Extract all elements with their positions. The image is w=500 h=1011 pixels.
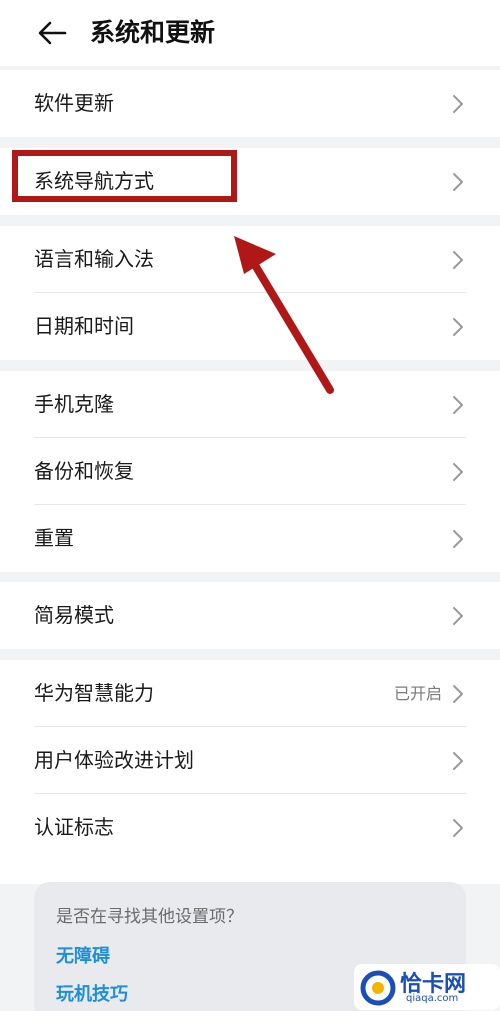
page-title: 系统和更新 — [90, 18, 216, 47]
chevron-right-icon — [453, 251, 463, 269]
settings-page: 系统和更新 软件更新 系统导航方式 语言和输入法 日期和时间 手机克隆 备份和恢… — [0, 0, 500, 1011]
chevron-right-icon — [453, 396, 463, 414]
chevron-right-icon — [453, 752, 463, 770]
row-label: 软件更新 — [34, 91, 114, 115]
settings-row-language-input[interactable]: 语言和输入法 — [0, 226, 500, 293]
settings-group-huawei: 华为智慧能力 已开启 用户体验改进计划 认证标志 — [0, 660, 500, 884]
settings-group-update: 软件更新 — [0, 70, 500, 137]
suggestion-link-tips[interactable]: 玩机技巧 — [56, 980, 128, 1006]
watermark-logo-icon — [360, 970, 396, 1006]
settings-row-certification[interactable]: 认证标志 — [0, 794, 500, 861]
settings-group-simple-mode: 简易模式 — [0, 582, 500, 649]
settings-row-backup-restore[interactable]: 备份和恢复 — [0, 438, 500, 505]
row-label: 简易模式 — [34, 603, 114, 627]
chevron-right-icon — [453, 685, 463, 703]
row-label: 日期和时间 — [34, 314, 134, 338]
settings-row-phone-clone[interactable]: 手机克隆 — [0, 371, 500, 438]
settings-group-language-time: 语言和输入法 日期和时间 — [0, 226, 500, 360]
row-label: 用户体验改进计划 — [34, 748, 194, 772]
chevron-right-icon — [453, 530, 463, 548]
chevron-right-icon — [453, 173, 463, 191]
row-label: 认证标志 — [34, 815, 114, 839]
row-label: 手机克隆 — [34, 392, 114, 416]
row-label: 备份和恢复 — [34, 459, 134, 483]
chevron-right-icon — [453, 463, 463, 481]
chevron-right-icon — [453, 607, 463, 625]
back-arrow-icon — [38, 21, 67, 45]
back-button[interactable] — [32, 14, 72, 52]
settings-row-date-time[interactable]: 日期和时间 — [0, 293, 500, 360]
settings-row-huawei-intelligence[interactable]: 华为智慧能力 已开启 — [0, 660, 500, 727]
chevron-right-icon — [453, 819, 463, 837]
watermark: 恰卡网 qiaqa.com — [354, 964, 500, 1010]
watermark-domain: qiaqa.com — [406, 993, 459, 1004]
settings-row-user-experience[interactable]: 用户体验改进计划 — [0, 727, 500, 794]
settings-row-reset[interactable]: 重置 — [0, 505, 500, 572]
suggestion-title: 是否在寻找其他设置项？ — [56, 907, 243, 927]
settings-group-backup: 手机克隆 备份和恢复 重置 — [0, 371, 500, 572]
settings-row-software-update[interactable]: 软件更新 — [0, 70, 500, 137]
settings-row-simple-mode[interactable]: 简易模式 — [0, 582, 500, 649]
row-status-value: 已开启 — [393, 684, 442, 703]
highlight-box-annotation — [12, 150, 237, 202]
suggestion-link-accessibility[interactable]: 无障碍 — [56, 942, 110, 968]
row-label: 华为智慧能力 — [34, 681, 154, 705]
chevron-right-icon — [453, 318, 463, 336]
chevron-right-icon — [453, 95, 463, 113]
row-label: 语言和输入法 — [34, 247, 154, 271]
app-header: 系统和更新 — [0, 0, 500, 66]
row-label: 重置 — [34, 526, 74, 550]
